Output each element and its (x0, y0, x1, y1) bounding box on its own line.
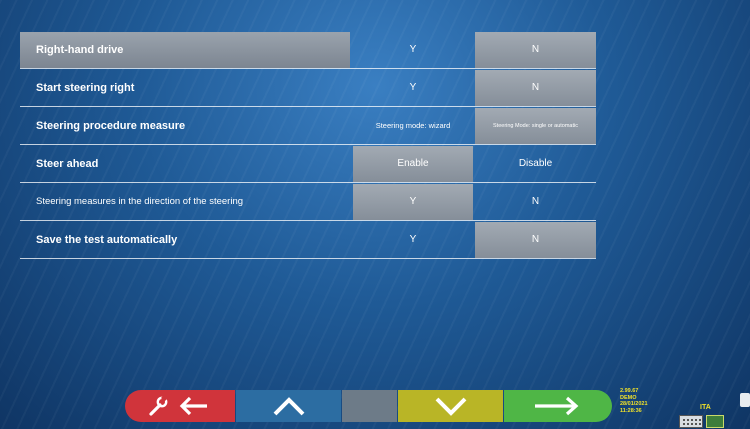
setting-row-steering-direction: Steering measures in the direction of th… (20, 184, 596, 222)
next-button[interactable] (504, 390, 612, 422)
chevron-up-icon (273, 397, 304, 416)
option-no[interactable]: N (475, 32, 596, 68)
setting-row-start-steering-right: Start steering right Y N (20, 70, 596, 108)
row-divider (20, 106, 596, 107)
setting-row-steer-ahead: Steer ahead Enable Disable (20, 146, 596, 184)
settings-table: Right-hand drive Y N Start steering righ… (20, 32, 596, 260)
row-divider (20, 68, 596, 69)
chevron-down-icon (435, 397, 466, 416)
side-tab[interactable] (740, 393, 750, 407)
setting-label[interactable]: Steering measures in the direction of th… (20, 184, 350, 220)
setting-label[interactable]: Save the test automatically (20, 222, 350, 258)
option-steering-wizard[interactable]: Steering mode: wizard (353, 108, 473, 144)
row-divider (20, 182, 596, 183)
status-info: 2.99.67 DEMO 28/01/2021 11:28:36 (620, 388, 648, 414)
time-label: 11:28:36 (620, 407, 642, 414)
row-divider (20, 258, 596, 259)
option-yes[interactable]: Y (353, 32, 473, 68)
arrow-right-icon (535, 396, 579, 416)
setting-label[interactable]: Steer ahead (20, 146, 350, 182)
language-indicator: ITA (700, 404, 711, 411)
scroll-up-button[interactable] (236, 390, 341, 422)
row-divider (20, 220, 596, 221)
option-yes[interactable]: Y (353, 70, 473, 106)
setting-row-right-hand-drive: Right-hand drive Y N (20, 32, 596, 70)
network-status-icon[interactable] (706, 415, 724, 428)
back-button[interactable] (125, 390, 235, 422)
setting-label[interactable]: Right-hand drive (20, 32, 350, 68)
setting-label[interactable]: Steering procedure measure (20, 108, 350, 144)
wrench-back-arrow-icon (149, 395, 207, 416)
option-no[interactable]: N (475, 222, 596, 258)
setting-row-save-test: Save the test automatically Y N (20, 222, 596, 260)
keyboard-icon[interactable] (679, 415, 703, 428)
date-label: 28/01/2021 (620, 401, 648, 407)
empty-button[interactable] (342, 390, 397, 422)
row-divider (20, 144, 596, 145)
setting-row-steering-procedure: Steering procedure measure Steering mode… (20, 108, 596, 146)
setting-label[interactable]: Start steering right (20, 70, 350, 106)
option-disable[interactable]: Disable (475, 146, 596, 182)
option-enable[interactable]: Enable (353, 146, 473, 182)
option-no[interactable]: N (475, 70, 596, 106)
option-no[interactable]: N (475, 184, 596, 220)
option-yes[interactable]: Y (353, 222, 473, 258)
option-yes[interactable]: Y (353, 184, 473, 220)
scroll-down-button[interactable] (398, 390, 503, 422)
option-steering-single-automatic[interactable]: Steering Mode: single or automatic (475, 108, 596, 144)
